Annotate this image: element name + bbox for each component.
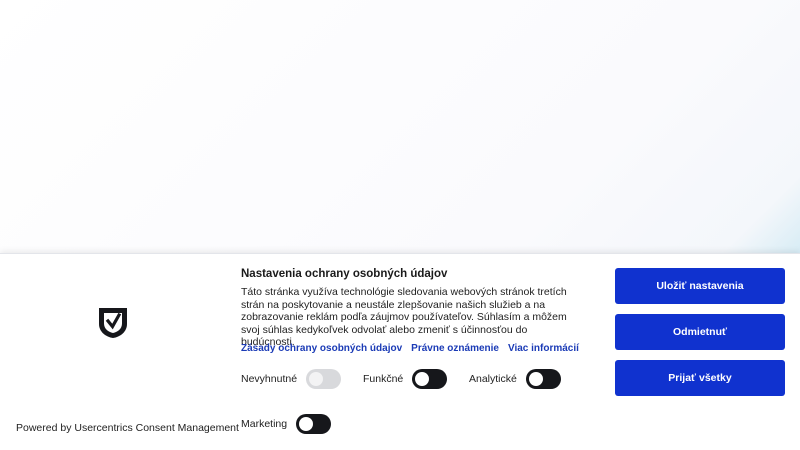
toggle-functional: Funkčné (363, 369, 448, 389)
toggle-functional-label: Funkčné (363, 373, 404, 385)
toggle-marketing: Marketing (241, 414, 332, 434)
save-settings-button[interactable]: Uložiť nastavenia (615, 268, 785, 304)
toggle-marketing-switch[interactable] (296, 414, 332, 434)
usercentrics-shield-icon (97, 307, 129, 339)
more-info-link[interactable]: Viac informácií (508, 343, 579, 354)
powered-by-text: Powered by Usercentrics Consent Manageme… (16, 422, 239, 434)
privacy-policy-link[interactable]: Zásady ochrany osobných údajov (241, 343, 402, 354)
toggle-knob (528, 372, 543, 386)
toggle-knob (299, 417, 314, 431)
consent-links: Zásady ochrany osobných údajov Právne oz… (241, 343, 579, 354)
toggle-knob (309, 372, 324, 386)
toggle-necessary-switch[interactable] (306, 369, 342, 389)
consent-content: Nastavenia ochrany osobných údajov Táto … (241, 268, 581, 349)
consent-description: Táto stránka využíva technológie sledova… (241, 286, 567, 348)
toggle-necessary-label: Nevyhnutné (241, 373, 298, 385)
toggle-analytics: Analytické (469, 369, 561, 389)
toggle-functional-switch[interactable] (412, 369, 448, 389)
accept-all-button[interactable]: Prijať všetky (615, 360, 785, 396)
toggle-knob (415, 372, 430, 386)
toggle-necessary: Nevyhnutné (241, 369, 342, 389)
toggle-analytics-switch[interactable] (525, 369, 561, 389)
toggle-analytics-label: Analytické (469, 373, 517, 385)
reject-button[interactable]: Odmietnuť (615, 314, 785, 350)
legal-notice-link[interactable]: Právne oznámenie (411, 343, 499, 354)
consent-title: Nastavenia ochrany osobných údajov (241, 268, 448, 280)
toggle-marketing-label: Marketing (241, 418, 288, 430)
